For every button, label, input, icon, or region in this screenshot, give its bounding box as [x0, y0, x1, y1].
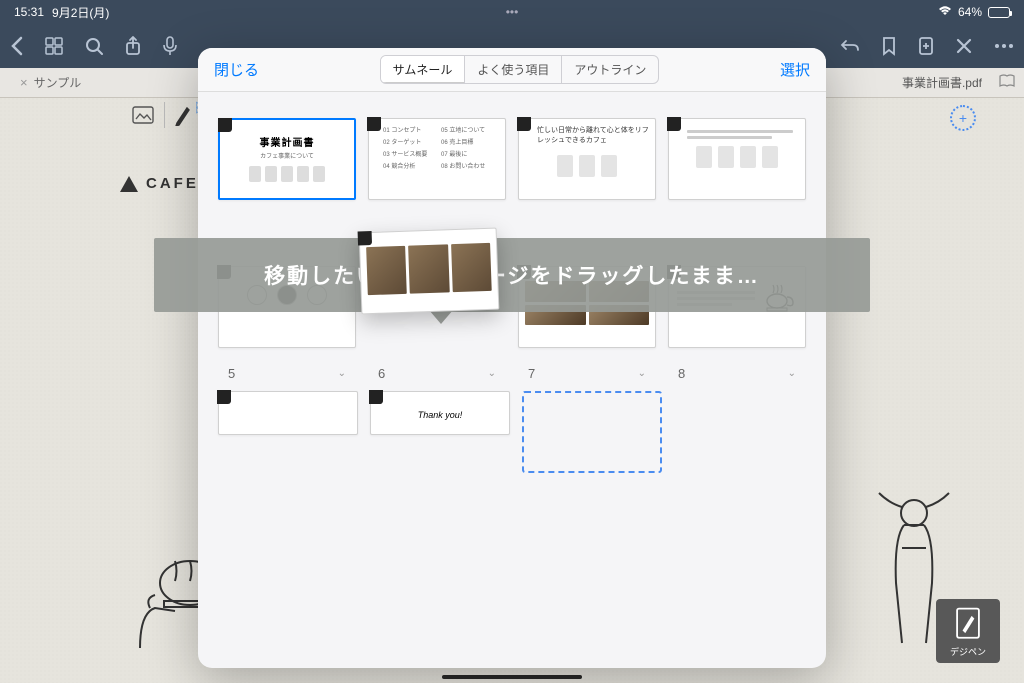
status-date: 9月2日(月)	[52, 4, 109, 21]
tab-sample[interactable]: × サンプル	[8, 74, 93, 91]
toc-item: 06 売上目標	[441, 137, 491, 146]
page1-subtitle: カフェ事業について	[220, 151, 354, 160]
page-thumbnail-3[interactable]: 忙しい日常から離れて心と体をリフレッシュできるカフェ	[518, 118, 656, 200]
bookmark-icon[interactable]	[882, 36, 896, 56]
page1-title: 事業計画書	[220, 134, 354, 149]
share-icon[interactable]	[125, 36, 141, 56]
page-number-6[interactable]: 6⌄	[368, 366, 506, 381]
battery-icon	[988, 7, 1010, 18]
toc-item: 08 お問い合わせ	[441, 161, 491, 170]
undo-icon[interactable]	[840, 37, 860, 55]
watermark-text: デジペン	[950, 645, 986, 658]
toc-item: 05 立地について	[441, 125, 491, 134]
page-number-7[interactable]: 7⌄	[518, 366, 656, 381]
search-icon[interactable]	[85, 37, 103, 55]
chevron-down-icon: ⌄	[638, 368, 646, 379]
battery-pct: 64%	[958, 5, 982, 19]
modal-close-button[interactable]: 閉じる	[214, 59, 259, 80]
edit-tools: ᛒ	[130, 102, 202, 128]
grid-icon[interactable]	[45, 37, 63, 55]
modal-header: 閉じる サムネール よく使う項目 アウトライン 選択	[198, 48, 826, 92]
book-icon[interactable]	[998, 74, 1016, 91]
segment-favorites[interactable]: よく使う項目	[465, 56, 562, 83]
toc-item: 07 最後に	[441, 149, 491, 158]
instruction-banner: 移動したい1枚目のページをドラッグしたまま…	[154, 238, 870, 312]
view-segmented-control: サムネール よく使う項目 アウトライン	[380, 55, 660, 84]
page-number-8[interactable]: 8⌄	[668, 366, 806, 381]
toc-item: 01 コンセプト	[383, 125, 433, 134]
drop-zone[interactable]	[522, 391, 662, 473]
document-logo: CAFE	[120, 175, 199, 192]
chevron-down-icon: ⌄	[488, 368, 496, 379]
toc-item: 02 ターゲット	[383, 137, 433, 146]
toc-item: 03 サービス概要	[383, 149, 433, 158]
banner-text: 移動したい1枚目のページをドラッグしたまま…	[264, 260, 760, 290]
home-indicator[interactable]	[442, 675, 582, 679]
status-ellipsis: •••	[506, 5, 519, 19]
watermark-logo: デジペン	[936, 599, 1000, 663]
tab-label: サンプル	[34, 74, 82, 91]
segment-outline[interactable]: アウトライン	[562, 56, 658, 83]
thumbnail-grid: 事業計画書 カフェ事業について 01 コンセプト 05 立地について 02 ター…	[198, 92, 826, 668]
thumbnail-modal: 閉じる サムネール よく使う項目 アウトライン 選択 事業計画書 カフェ事業につ…	[198, 48, 826, 668]
more-icon[interactable]	[994, 43, 1014, 49]
page-thumbnail-1[interactable]: 事業計画書 カフェ事業について	[218, 118, 356, 200]
image-tool-icon[interactable]	[130, 102, 156, 128]
page-thumbnail-10[interactable]: Thank you!	[370, 391, 510, 435]
toc-item: 04 競合分析	[383, 161, 433, 170]
wifi-icon	[938, 5, 952, 19]
mic-icon[interactable]	[163, 36, 177, 56]
tab-document[interactable]: 事業計画書.pdf	[902, 74, 982, 91]
page-thumbnail-9[interactable]	[218, 391, 358, 435]
tab-close-icon[interactable]: ×	[20, 75, 28, 90]
page-thumbnail-2[interactable]: 01 コンセプト 05 立地について 02 ターゲット 06 売上目標 03 サ…	[368, 118, 506, 200]
status-time: 15:31	[14, 5, 44, 19]
status-bar: 15:31 9月2日(月) ••• 64%	[0, 0, 1024, 24]
pen-tool-icon[interactable]	[164, 102, 190, 128]
chevron-down-icon: ⌄	[788, 368, 796, 379]
add-page-icon[interactable]	[918, 36, 934, 56]
close-icon[interactable]	[956, 38, 972, 54]
logo-text: CAFE	[146, 175, 199, 192]
add-circle-button[interactable]: +	[950, 105, 976, 131]
page-thumbnail-6-dragging[interactable]	[359, 228, 500, 315]
page-number-5[interactable]: 5⌄	[218, 366, 356, 381]
modal-select-button[interactable]: 選択	[780, 59, 810, 80]
page-thumbnail-4[interactable]	[668, 118, 806, 200]
page3-text: 忙しい日常から離れて心と体をリフレッシュできるカフェ	[519, 119, 655, 145]
chevron-down-icon: ⌄	[338, 368, 346, 379]
segment-thumbnail[interactable]: サムネール	[381, 56, 466, 83]
back-icon[interactable]	[10, 36, 23, 56]
triangle-icon	[120, 176, 138, 192]
